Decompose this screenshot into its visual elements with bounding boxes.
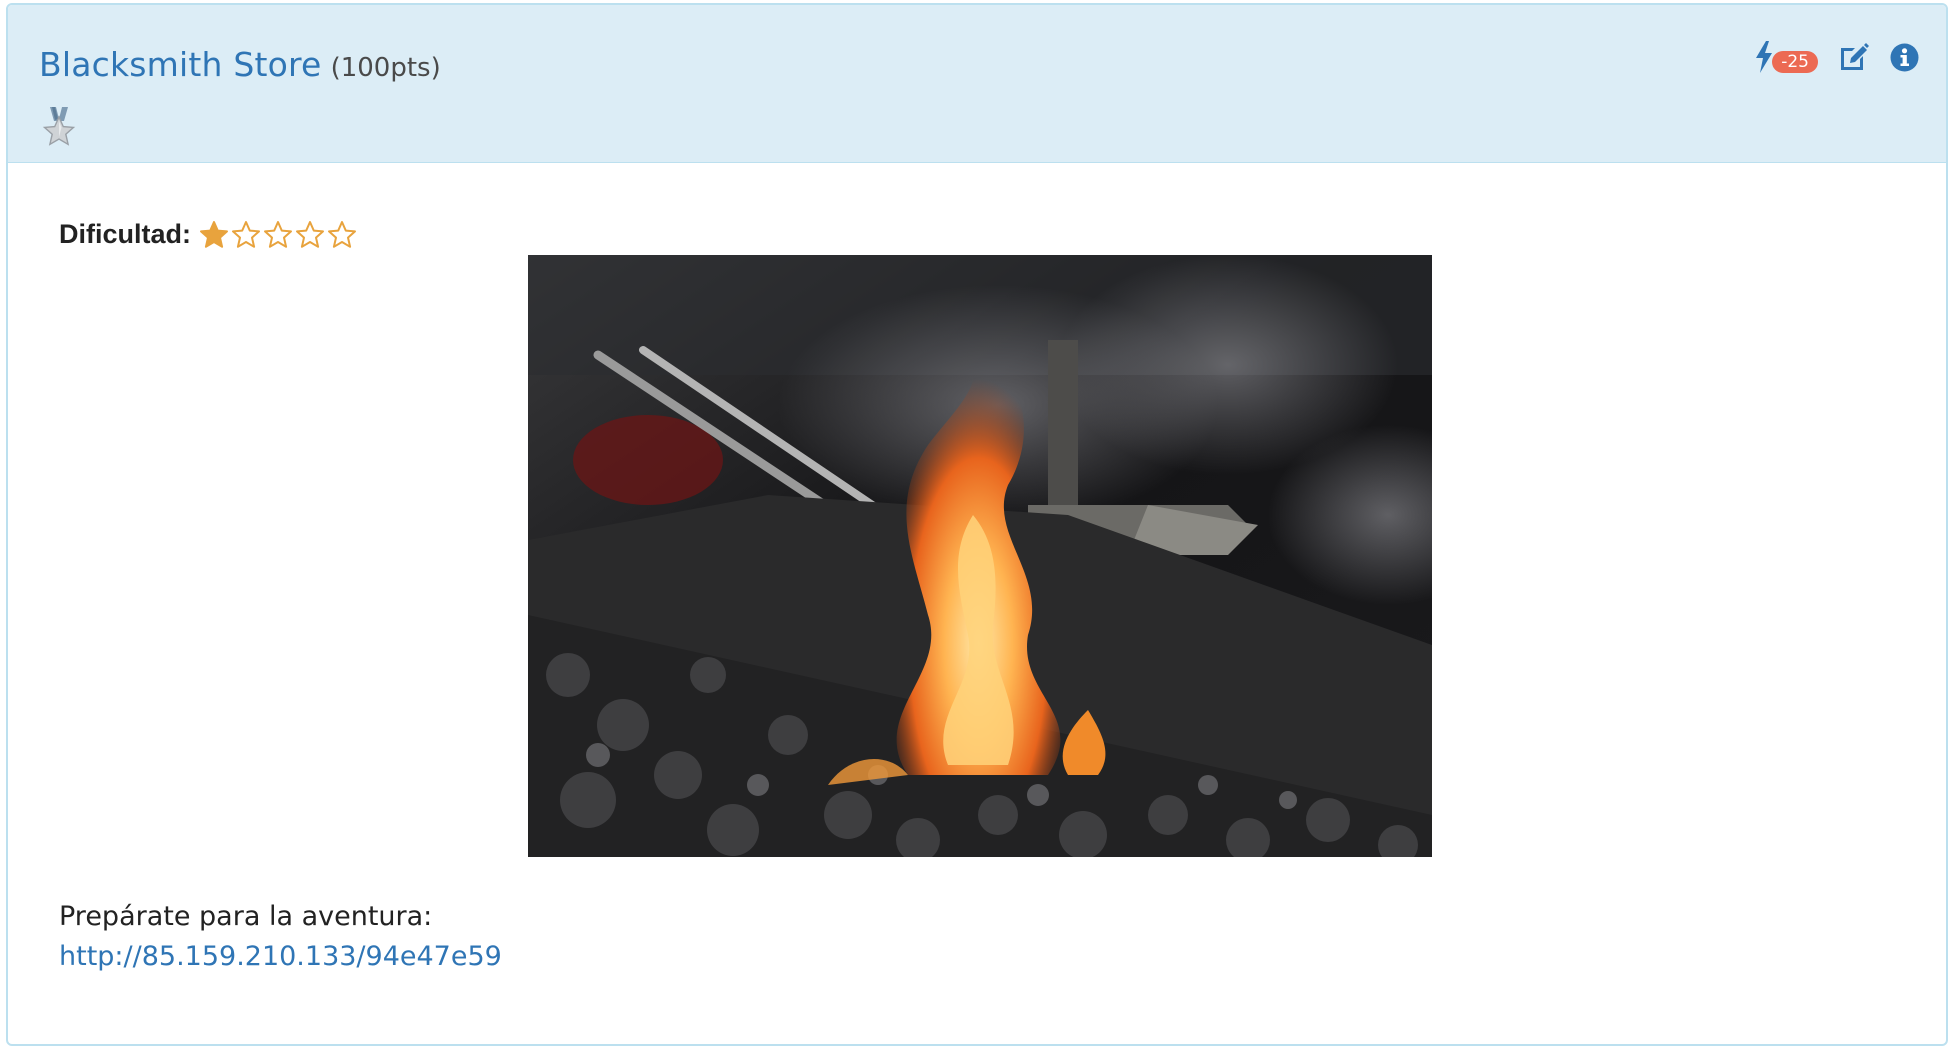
star-empty-icon bbox=[328, 220, 356, 248]
difficulty-label: Dificultad: bbox=[59, 219, 191, 249]
hint-button[interactable]: -25 bbox=[1755, 41, 1818, 73]
difficulty-rating: Dificultad: bbox=[59, 219, 357, 250]
challenge-title: Blacksmith Store bbox=[39, 45, 322, 84]
medal-star-icon bbox=[42, 107, 76, 146]
star-empty-icon bbox=[296, 220, 324, 248]
challenge-header: Blacksmith Store (100pts) -25 bbox=[8, 5, 1946, 163]
header-tools: -25 bbox=[1755, 41, 1920, 73]
difficulty-stars bbox=[199, 220, 357, 250]
star-empty-icon bbox=[232, 220, 260, 248]
star-empty-icon bbox=[264, 220, 292, 248]
forge-fire-photo bbox=[528, 255, 1432, 857]
edit-icon[interactable] bbox=[1838, 42, 1869, 73]
title-row: Blacksmith Store (100pts) bbox=[39, 45, 441, 84]
intro-text: Prepárate para la aventura: bbox=[59, 901, 433, 932]
hint-penalty-badge: -25 bbox=[1772, 51, 1818, 73]
bolt-icon bbox=[1756, 41, 1773, 73]
star-filled-icon bbox=[200, 220, 228, 248]
info-icon[interactable] bbox=[1889, 42, 1920, 73]
challenge-panel: Blacksmith Store (100pts) -25 Dificultad… bbox=[6, 3, 1948, 1046]
challenge-points: (100pts) bbox=[330, 53, 441, 83]
challenge-link[interactable]: http://85.159.210.133/94e47e59 bbox=[59, 941, 502, 972]
